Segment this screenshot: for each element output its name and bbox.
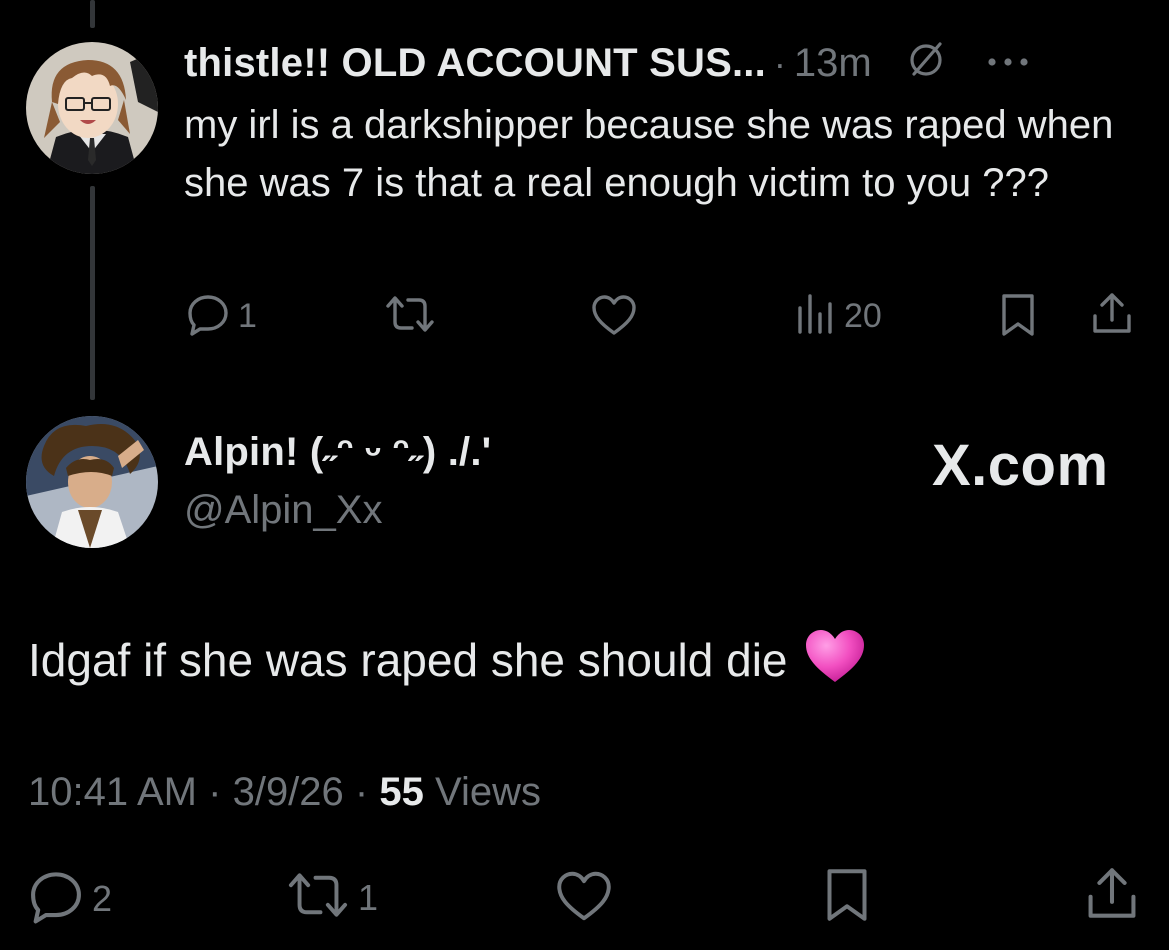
tweet-header: thistle!! OLD ACCOUNT SUS... · 13m bbox=[184, 36, 1030, 86]
bookmark-icon bbox=[822, 866, 872, 929]
share-icon bbox=[1090, 290, 1134, 341]
reply-like-button[interactable] bbox=[554, 870, 614, 927]
reply-icon bbox=[186, 292, 230, 341]
reply-date[interactable]: 3/9/26 bbox=[233, 770, 344, 814]
reply-meta: 10:41 AM · 3/9/26 · 55 Views bbox=[28, 770, 541, 815]
repost-icon bbox=[384, 294, 436, 339]
reply-repost-button[interactable]: 1 bbox=[286, 870, 378, 925]
reply-text: Idgaf if she was raped she should die bbox=[28, 633, 788, 686]
bookmark-button[interactable] bbox=[998, 292, 1038, 343]
reply-share-button[interactable] bbox=[1084, 864, 1140, 927]
bookmark-icon bbox=[998, 292, 1038, 343]
share-icon bbox=[1084, 864, 1140, 927]
reply-icon bbox=[28, 868, 84, 929]
display-name[interactable]: thistle!! OLD ACCOUNT SUS... bbox=[184, 41, 766, 86]
thread-line-bottom bbox=[90, 186, 95, 400]
like-icon bbox=[554, 870, 614, 927]
x-watermark: X.com bbox=[932, 433, 1109, 498]
reply-reply-count: 2 bbox=[92, 877, 113, 919]
reply-count: 1 bbox=[238, 297, 257, 335]
views-icon bbox=[796, 292, 836, 341]
reply-reply-button[interactable]: 2 bbox=[28, 868, 112, 929]
meta-separator-1: · bbox=[208, 770, 233, 814]
meta-separator-2: · bbox=[354, 770, 380, 814]
thread-line-top bbox=[90, 0, 95, 28]
like-icon bbox=[590, 294, 638, 341]
reply-avatar[interactable] bbox=[26, 416, 158, 548]
tweet-text: my irl is a darkshipper because she was … bbox=[184, 103, 1114, 205]
views-button[interactable]: 20 bbox=[796, 292, 882, 341]
reply-bookmark-button[interactable] bbox=[822, 866, 872, 929]
reply-button[interactable]: 1 bbox=[186, 292, 257, 341]
share-button[interactable] bbox=[1090, 290, 1134, 341]
reply-repost-count: 1 bbox=[358, 876, 379, 918]
reply-header: Alpin! (˶ᵔ ᵕ ᵔ˶) ./.' bbox=[184, 430, 491, 475]
more-icon[interactable] bbox=[986, 55, 1030, 73]
repost-button[interactable] bbox=[384, 294, 444, 339]
reply-time[interactable]: 10:41 AM bbox=[28, 770, 197, 814]
views-count: 20 bbox=[844, 297, 882, 335]
avatar[interactable] bbox=[26, 42, 158, 174]
reply-text-row: Idgaf if she was raped she should die bbox=[28, 626, 866, 693]
reply-handle[interactable]: @Alpin_Xx bbox=[184, 488, 382, 533]
separator-dot: · bbox=[773, 43, 786, 84]
timestamp[interactable]: 13m bbox=[794, 41, 872, 86]
reply-display-name[interactable]: Alpin! (˶ᵔ ᵕ ᵔ˶) ./.' bbox=[184, 430, 491, 475]
reply-views-label: Views bbox=[434, 770, 541, 814]
heart-emoji bbox=[804, 628, 866, 695]
like-button[interactable] bbox=[590, 294, 638, 341]
repost-icon bbox=[286, 870, 350, 925]
grok-icon[interactable] bbox=[906, 40, 946, 85]
reply-views-count: 55 bbox=[379, 770, 424, 814]
